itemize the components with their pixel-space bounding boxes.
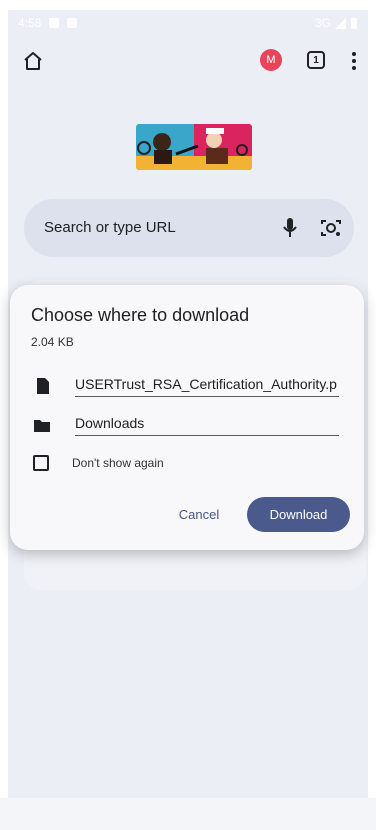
notification-icon	[49, 18, 60, 28]
status-left: 4:58	[18, 16, 78, 30]
tab-count: 1	[313, 54, 319, 66]
status-right: 3G	[315, 16, 358, 30]
page-background	[8, 595, 368, 820]
search-placeholder: Search or type URL	[44, 219, 176, 236]
tab-switcher-button[interactable]: 1	[307, 51, 325, 69]
dont-show-again-label: Don't show again	[72, 456, 164, 470]
status-time: 4:58	[18, 16, 42, 30]
google-doodle-logo[interactable]	[136, 124, 252, 170]
more-menu-icon[interactable]	[352, 52, 356, 70]
cancel-button[interactable]: Cancel	[170, 499, 228, 529]
microphone-icon[interactable]	[280, 216, 300, 240]
home-icon[interactable]	[22, 50, 44, 72]
sd-card-icon	[67, 18, 78, 28]
download-button[interactable]: Download	[247, 497, 350, 532]
folder-icon	[34, 420, 50, 432]
download-location-field[interactable]: Downloads	[75, 415, 339, 436]
file-name-field[interactable]: USERTrust_RSA_Certification_Authority.p	[75, 376, 339, 397]
menu-dot	[352, 66, 356, 70]
avatar-letter: M	[266, 54, 276, 66]
menu-dot	[352, 59, 356, 63]
download-location-dialog: Choose where to download 2.04 KB USERTru…	[10, 285, 364, 550]
signal-icon	[335, 17, 346, 29]
search-box[interactable]: Search or type URL	[24, 199, 354, 257]
navigation-bar	[0, 798, 376, 830]
dont-show-again-checkbox[interactable]	[33, 455, 49, 471]
browser-toolbar: M 1	[8, 40, 368, 84]
network-type: 3G	[314, 16, 331, 30]
dialog-title: Choose where to download	[31, 305, 250, 325]
status-bar: 4:58 3G	[8, 10, 368, 36]
file-size: 2.04 KB	[31, 335, 74, 349]
menu-dot	[352, 52, 356, 56]
file-icon	[37, 378, 49, 394]
lens-camera-icon[interactable]	[320, 216, 342, 240]
account-avatar[interactable]: M	[260, 49, 282, 71]
battery-icon	[351, 18, 357, 29]
